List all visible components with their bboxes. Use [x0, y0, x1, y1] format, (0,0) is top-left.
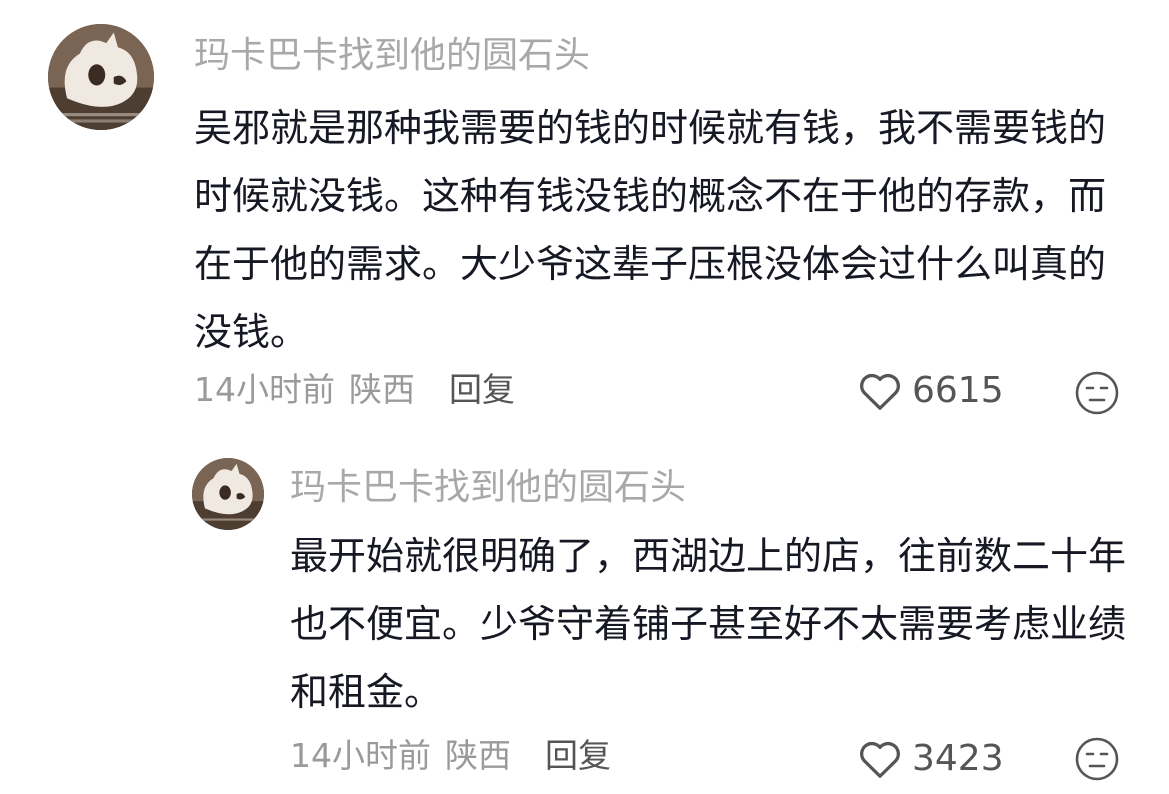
cubone-skull-avatar-icon	[48, 24, 154, 130]
comment-meta: 14小时前 陕西 回复	[194, 370, 515, 410]
expressionless-face-icon[interactable]	[1074, 736, 1120, 782]
like-button[interactable]: 6615	[858, 370, 1004, 411]
comment-time: 14小时前	[290, 736, 431, 775]
comment-time: 14小时前	[194, 370, 335, 409]
comment-meta: 14小时前 陕西 回复	[290, 736, 611, 776]
cubone-skull-avatar-icon	[192, 458, 264, 530]
expressionless-face-icon[interactable]	[1074, 370, 1120, 416]
heart-icon	[860, 741, 900, 778]
reply-button[interactable]: 回复	[545, 736, 611, 776]
like-count: 3423	[912, 738, 1004, 779]
comment-region: 陕西	[349, 370, 415, 409]
comment-text: 吴邪就是那种我需要的钱的时候就有钱，我不需要钱的时候就没钱。这种有钱没钱的概念不…	[194, 106, 1107, 354]
comment-username[interactable]: 玛卡巴卡找到他的圆石头	[290, 468, 686, 508]
like-button[interactable]: 3423	[858, 738, 1004, 779]
avatar[interactable]	[48, 24, 154, 130]
heart-icon	[860, 373, 900, 410]
avatar[interactable]	[192, 458, 264, 530]
comment-text: 最开始就很明确了，西湖边上的店，往前数二十年也不便宜。少爷守着铺子甚至好不太需要…	[290, 534, 1127, 714]
like-count: 6615	[912, 370, 1004, 411]
comment-region: 陕西	[445, 736, 511, 775]
reply-button[interactable]: 回复	[449, 370, 515, 410]
comment-username[interactable]: 玛卡巴卡找到他的圆石头	[194, 36, 590, 76]
